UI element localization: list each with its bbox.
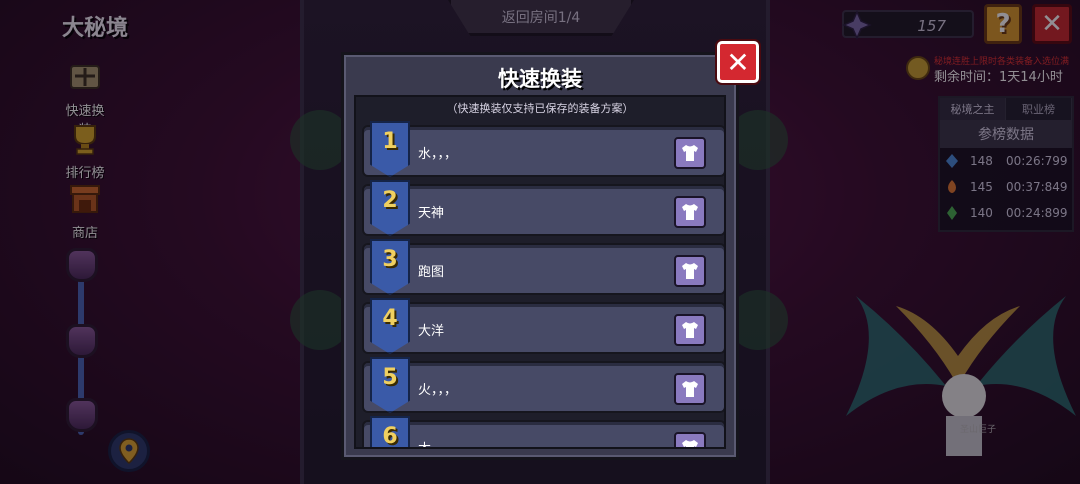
slot-name: 跑图 bbox=[418, 265, 445, 280]
loadout-slot[interactable]: 3 跑图 bbox=[362, 239, 724, 295]
quick-swap-dialog: 快速换装 ✕ （快速换装仅支持已保存的装备方案） 1 水，，， 2 天神 3 跑… bbox=[341, 41, 759, 460]
slot-number: 1 bbox=[382, 129, 398, 154]
shirt-icon bbox=[682, 204, 698, 220]
loadout-slot[interactable]: 5 火，，， bbox=[362, 357, 724, 413]
equip-button[interactable] bbox=[674, 255, 706, 287]
slot-number-badge: 2 bbox=[370, 180, 410, 236]
loadout-slot[interactable]: 2 天神 bbox=[362, 180, 724, 236]
slot-number-badge: 1 bbox=[370, 121, 410, 177]
slot-name: 木，，， bbox=[418, 438, 457, 447]
dialog-title: 快速换装 bbox=[498, 67, 582, 91]
slot-number-badge: 6 bbox=[370, 416, 410, 449]
loadout-slot[interactable]: 1 水，，， bbox=[362, 121, 724, 177]
slot-name: 水，，， bbox=[418, 147, 458, 162]
slot-name: 火，，， bbox=[418, 383, 458, 398]
slot-number: 6 bbox=[382, 424, 398, 449]
slot-name: 天神 bbox=[418, 206, 445, 221]
shirt-icon bbox=[682, 263, 698, 279]
slot-number: 2 bbox=[382, 188, 398, 213]
slot-number-badge: 4 bbox=[370, 298, 410, 354]
slot-number-badge: 5 bbox=[370, 357, 410, 413]
loadout-slot[interactable]: 6 木，，， bbox=[362, 416, 724, 447]
slot-number-badge: 3 bbox=[370, 239, 410, 295]
equip-button[interactable] bbox=[674, 196, 706, 228]
dialog-hint: （快速换装仅支持已保存的装备方案） bbox=[446, 102, 634, 115]
loadout-slot[interactable]: 4 大洋 bbox=[362, 298, 724, 354]
loadout-list[interactable]: （快速换装仅支持已保存的装备方案） 1 水，，， 2 天神 3 跑图 4 大洋 bbox=[354, 95, 726, 449]
shirt-icon bbox=[682, 381, 698, 397]
slot-name: 大洋 bbox=[418, 324, 445, 339]
slot-number: 3 bbox=[382, 247, 398, 272]
slot-number: 4 bbox=[382, 306, 398, 331]
equip-button[interactable] bbox=[674, 432, 706, 447]
shirt-icon bbox=[682, 440, 698, 447]
equip-button[interactable] bbox=[674, 373, 706, 405]
equip-button[interactable] bbox=[674, 137, 706, 169]
dialog-close-button[interactable]: ✕ bbox=[717, 41, 759, 83]
equip-button[interactable] bbox=[674, 314, 706, 346]
shirt-icon bbox=[682, 322, 698, 338]
slot-number: 5 bbox=[382, 365, 398, 390]
shirt-icon bbox=[682, 145, 698, 161]
